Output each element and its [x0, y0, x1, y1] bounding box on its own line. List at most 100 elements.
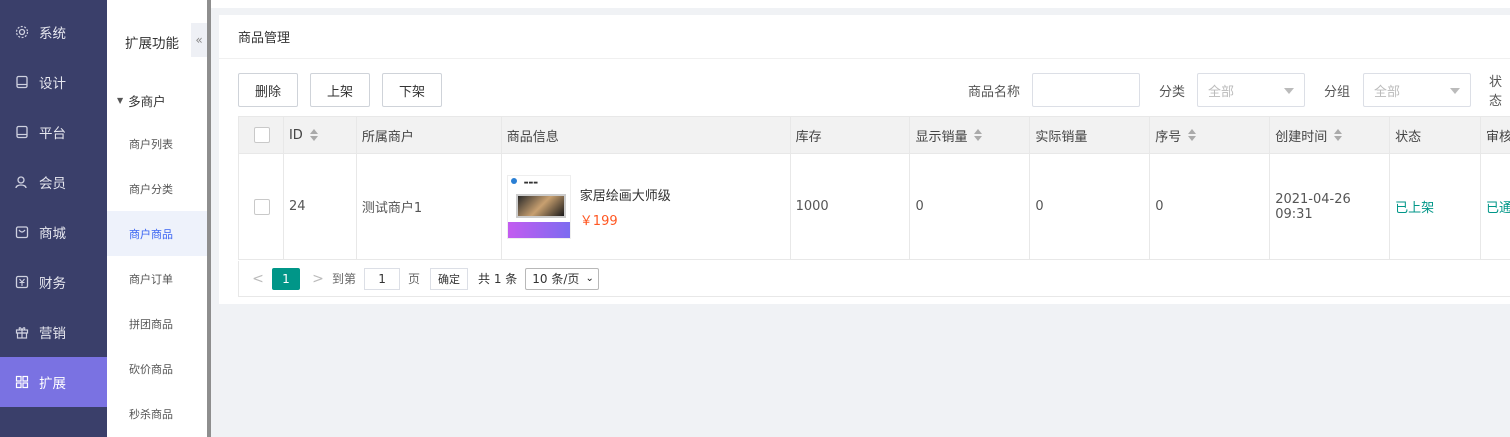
th-stock: 库存 [791, 117, 911, 153]
sub-nav-group[interactable]: ▼ 多商户 [107, 84, 207, 116]
status-badge[interactable]: 已上架 [1390, 154, 1482, 259]
laptop-image [515, 193, 566, 218]
group-select[interactable]: 全部 [1363, 73, 1471, 107]
caret-down-icon: ▼ [117, 95, 124, 105]
nav-item-system[interactable]: 系统 [0, 7, 107, 57]
category-label: 分类 [1159, 84, 1186, 100]
td-merchant: 测试商户1 [357, 154, 502, 259]
th-status: 状态 [1390, 117, 1482, 153]
sort-icon[interactable] [974, 129, 983, 141]
th-order[interactable]: 序号 [1150, 117, 1271, 153]
sort-icon[interactable] [1334, 129, 1343, 141]
nav-label: 扩展 [39, 376, 66, 392]
sub-nav-item-merchant-orders[interactable]: 商户订单 [107, 256, 207, 301]
select-all-checkbox[interactable] [254, 127, 270, 143]
goto-label: 到第 [332, 272, 357, 286]
th-merchant: 所属商户 [357, 117, 502, 153]
chevron-down-icon [1284, 88, 1294, 94]
td-display-sales: 0 [910, 154, 1031, 259]
page-size-value: 10 条/页 [532, 272, 580, 286]
sub-nav-item-group-buy[interactable]: 拼团商品 [107, 301, 207, 346]
th-label: 实际销量 [1035, 129, 1088, 145]
td-product-info: ▬▬▬ 家居绘画大师级 ￥199 [502, 154, 791, 259]
th-label: 状态 [1395, 129, 1422, 145]
nav-label: 营销 [39, 326, 66, 342]
th-id[interactable]: ID [284, 117, 357, 153]
next-page-icon[interactable]: > [304, 271, 332, 287]
thumbnail-decoration: ▬▬▬ [523, 179, 538, 186]
grid-icon [15, 375, 29, 389]
content-card: 商品管理 删除 上架 下架 商品名称 分类 全部 分组 全部 状态 ID 所属商… [219, 15, 1510, 304]
onshelf-button[interactable]: 上架 [310, 73, 370, 107]
td-id: 24 [284, 154, 357, 259]
product-info: 家居绘画大师级 ￥199 [580, 185, 671, 229]
sub-nav-group-label: 多商户 [128, 93, 166, 109]
audit-badge[interactable]: 已通 [1481, 154, 1510, 259]
sort-icon[interactable] [309, 129, 318, 141]
category-select[interactable]: 全部 [1197, 73, 1305, 107]
goto-page-input[interactable]: 1 [364, 267, 401, 290]
page-unit-label: 页 [408, 272, 421, 286]
sub-nav-item-bargain[interactable]: 砍价商品 [107, 346, 207, 391]
nav-label: 财务 [39, 276, 66, 292]
sub-nav-item-merchant-goods[interactable]: 商户商品 [107, 211, 207, 256]
td-order: 0 [1150, 154, 1271, 259]
product-name: 家居绘画大师级 [579, 188, 671, 204]
offshelf-button[interactable]: 下架 [382, 73, 442, 107]
th-created[interactable]: 创建时间 [1270, 117, 1391, 153]
category-select-value: 全部 [1208, 84, 1235, 100]
design-icon [15, 75, 29, 89]
user-icon [15, 175, 29, 189]
th-label: 显示销量 [915, 129, 968, 145]
th-label: 所属商户 [361, 129, 414, 145]
product-thumbnail[interactable]: ▬▬▬ [506, 174, 571, 239]
gear-icon [15, 25, 29, 39]
nav-item-marketing[interactable]: 营销 [0, 307, 107, 357]
nav-item-store[interactable]: 商城 [0, 207, 107, 257]
store-icon [15, 225, 29, 239]
product-price: ￥199 [579, 213, 618, 229]
sort-icon[interactable] [1188, 129, 1197, 141]
delete-button[interactable]: 删除 [238, 73, 298, 107]
th-label: 创建时间 [1275, 129, 1328, 145]
prev-page-icon[interactable]: < [244, 271, 272, 287]
finance-icon [15, 275, 29, 289]
goto-confirm-button[interactable]: 确定 [430, 267, 469, 290]
sidebar-divider[interactable] [207, 0, 211, 437]
page-size-select[interactable]: 10 条/页 ⌄ [525, 267, 599, 290]
td-stock: 1000 [791, 154, 911, 259]
status-label: 状态 [1489, 75, 1503, 109]
nav-label: 设计 [39, 76, 66, 92]
gift-icon [15, 325, 29, 339]
nav-label: 平台 [39, 126, 66, 142]
product-name-input[interactable] [1032, 73, 1140, 107]
th-checkbox [239, 117, 284, 153]
th-actual-sales: 实际销量 [1030, 117, 1151, 153]
row-checkbox[interactable] [254, 198, 270, 215]
sub-nav-item-merchant-category[interactable]: 商户分类 [107, 166, 207, 211]
collapse-icon[interactable]: « [191, 23, 207, 57]
current-page[interactable]: 1 [272, 267, 300, 290]
sub-nav-item-seckill[interactable]: 秒杀商品 [107, 391, 207, 436]
chevron-down-icon [1450, 88, 1460, 94]
total-count: 共 1 条 [478, 272, 518, 286]
nav-item-design[interactable]: 设计 [0, 57, 107, 107]
group-select-value: 全部 [1374, 84, 1401, 100]
sub-nav-item-merchant-list[interactable]: 商户列表 [107, 121, 207, 166]
td-checkbox [239, 154, 284, 259]
td-created: 2021-04-26 09:31 [1270, 154, 1391, 259]
chevron-down-icon: ⌄ [585, 273, 594, 284]
th-label: 序号 [1155, 129, 1182, 145]
main-nav: 系统 设计 平台 会员 商城 财务 营销 扩展 [0, 0, 107, 437]
nav-item-member[interactable]: 会员 [0, 157, 107, 207]
nav-item-extension[interactable]: 扩展 [0, 357, 107, 407]
nav-item-platform[interactable]: 平台 [0, 107, 107, 157]
group-label: 分组 [1324, 84, 1351, 100]
goods-table: ID 所属商户 商品信息 库存 显示销量 实际销量 序号 创建时间 状态 审核 … [238, 116, 1510, 260]
th-audit: 审核 [1481, 117, 1510, 153]
nav-item-finance[interactable]: 财务 [0, 257, 107, 307]
thumbnail-banner [507, 221, 570, 238]
nav-label: 系统 [39, 26, 66, 42]
table-header: ID 所属商户 商品信息 库存 显示销量 实际销量 序号 创建时间 状态 审核 [239, 116, 1510, 154]
th-display-sales[interactable]: 显示销量 [910, 117, 1031, 153]
